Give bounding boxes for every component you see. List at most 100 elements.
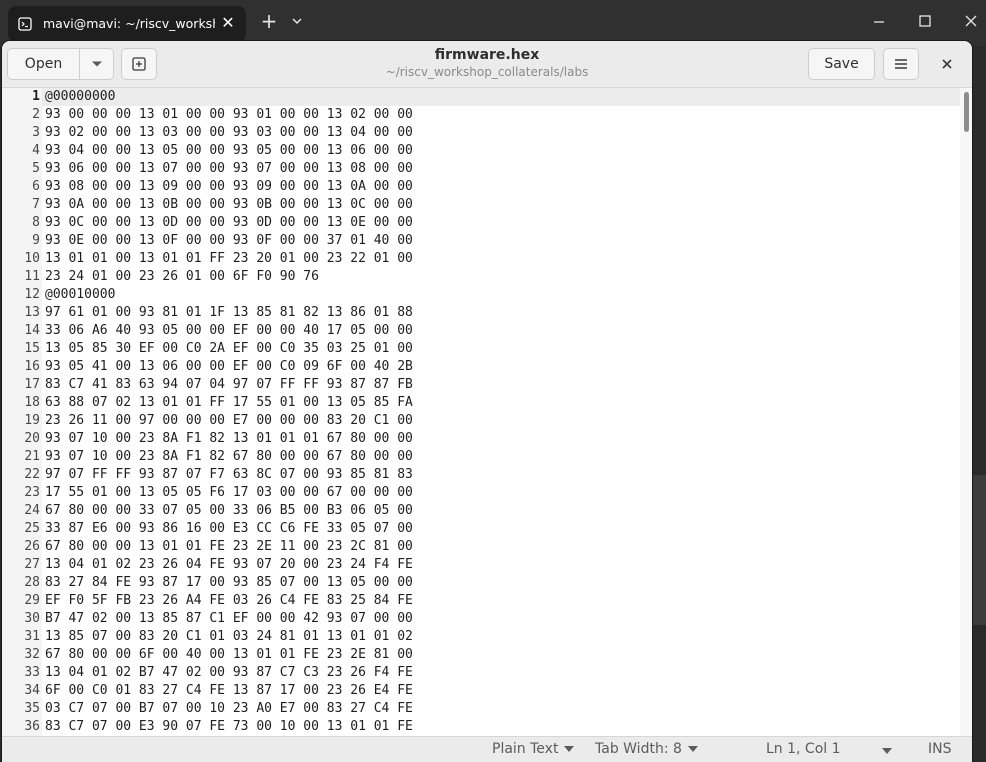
- text-line[interactable]: 17 83 C7 41 83 63 94 07 04 97 07 FF FF 93…: [2, 376, 960, 394]
- text-line[interactable]: 7 93 0A 00 00 13 0B 00 00 93 0B 00 00 13 …: [2, 196, 960, 214]
- text-line[interactable]: 16 93 05 41 00 13 06 00 00 EF 00 C0 09 6F…: [2, 358, 960, 376]
- language-dropdown-icon: [564, 746, 575, 752]
- tab-width-dropdown-icon: [687, 746, 698, 752]
- line-number: 1: [32, 89, 40, 104]
- text-line[interactable]: 2 93 00 00 00 13 01 00 00 93 01 00 00 13 …: [2, 106, 960, 124]
- text-line[interactable]: 19 23 26 11 00 97 00 00 00 E7 00 00 00 83…: [2, 412, 960, 430]
- text-line[interactable]: 15 13 05 85 30 EF 00 C0 2A EF 00 C0 35 03…: [2, 340, 960, 358]
- text-line[interactable]: 23 17 55 01 00 13 05 05 F6 17 03 00 00 67…: [2, 484, 960, 502]
- line-content: 93 00 00 00 13 01 00 00 93 01 00 00 13 0…: [45, 107, 413, 122]
- language-selector[interactable]: Plain Text: [492, 741, 575, 757]
- terminal-tab-close-icon[interactable]: ✕: [219, 14, 237, 32]
- text-line[interactable]: 30 B7 47 02 00 13 85 87 C1 EF 00 00 42 93…: [2, 610, 960, 628]
- editor-header-bar: Open firmware.hex ~/riscv_workshop_colla…: [2, 41, 972, 88]
- line-number: 14: [24, 323, 40, 338]
- text-line[interactable]: 1 @00000000: [2, 88, 960, 106]
- line-content: 6F 00 C0 01 83 27 C4 FE 13 87 17 00 23 2…: [45, 683, 413, 698]
- open-button[interactable]: Open: [7, 48, 80, 80]
- text-line[interactable]: 31 13 85 07 00 83 20 C1 01 03 24 81 01 13…: [2, 628, 960, 646]
- cursor-position-dropdown-icon[interactable]: [882, 748, 892, 754]
- text-line[interactable]: 21 93 07 10 00 23 8A F1 82 67 80 00 00 67…: [2, 448, 960, 466]
- save-button[interactable]: Save: [808, 48, 875, 80]
- line-content: 93 07 10 00 23 8A F1 82 67 80 00 00 67 8…: [45, 449, 413, 464]
- line-content: 93 08 00 00 13 09 00 00 93 09 00 00 13 0…: [45, 179, 413, 194]
- line-number: 28: [24, 575, 40, 590]
- text-line[interactable]: 33 13 04 01 02 B7 47 02 00 93 87 C7 C3 23…: [2, 664, 960, 682]
- line-content: 93 04 00 00 13 05 00 00 93 05 00 00 13 0…: [45, 143, 413, 158]
- document-path: ~/riscv_workshop_collaterals/labs: [385, 65, 589, 79]
- line-content: 13 85 07 00 83 20 C1 01 03 24 81 01 13 0…: [45, 629, 413, 644]
- terminal-tab-bar: mavi@mavi: ~/riscv_workshop ✕ +: [0, 0, 986, 46]
- text-editor-window: Open firmware.hex ~/riscv_workshop_colla…: [2, 41, 972, 762]
- tab-width-label: Tab Width: 8: [595, 741, 682, 757]
- line-content: 83 C7 41 83 63 94 07 04 97 07 FF FF 93 8…: [45, 377, 413, 392]
- line-content: 93 0A 00 00 13 0B 00 00 93 0B 00 00 13 0…: [45, 197, 413, 212]
- text-line[interactable]: 28 83 27 84 FE 93 87 17 00 93 85 07 00 13…: [2, 574, 960, 592]
- line-content: 93 02 00 00 13 03 00 00 93 03 00 00 13 0…: [45, 125, 413, 140]
- text-line[interactable]: 24 67 80 00 00 33 07 05 00 33 06 B5 00 B3…: [2, 502, 960, 520]
- new-terminal-tab-icon[interactable]: +: [259, 11, 279, 31]
- text-line[interactable]: 18 63 88 07 02 13 01 01 FF 17 55 01 00 13…: [2, 394, 960, 412]
- text-line[interactable]: 14 33 06 A6 40 93 05 00 00 EF 00 00 40 17…: [2, 322, 960, 340]
- line-number: 9: [32, 233, 40, 248]
- text-line[interactable]: 5 93 06 00 00 13 07 00 00 93 07 00 00 13 …: [2, 160, 960, 178]
- line-number: 21: [24, 449, 40, 464]
- text-line[interactable]: 13 97 61 01 00 93 81 01 1F 13 85 81 82 13…: [2, 304, 960, 322]
- text-view[interactable]: 1 @00000000 2 93 00 00 00 13 01 00 00 93 01…: [2, 88, 972, 736]
- vertical-scrollbar[interactable]: [960, 88, 972, 736]
- window-close-icon[interactable]: [961, 11, 981, 31]
- line-content: 03 C7 07 00 B7 07 00 10 23 A0 E7 00 83 2…: [45, 701, 413, 716]
- tab-width-selector[interactable]: Tab Width: 8: [595, 741, 698, 757]
- status-bar: Plain Text Tab Width: 8 Ln 1, Col 1 INS: [2, 736, 972, 762]
- text-line[interactable]: 34 6F 00 C0 01 83 27 C4 FE 13 87 17 00 23…: [2, 682, 960, 700]
- line-content: 23 26 11 00 97 00 00 00 E7 00 00 00 83 2…: [45, 413, 413, 428]
- text-line[interactable]: 35 03 C7 07 00 B7 07 00 10 23 A0 E7 00 83…: [2, 700, 960, 718]
- close-icon[interactable]: [938, 55, 956, 73]
- text-line[interactable]: 22 97 07 FF FF 93 87 07 F7 63 8C 07 00 93…: [2, 466, 960, 484]
- hamburger-menu-icon: [895, 59, 907, 69]
- text-line[interactable]: 12 @00010000: [2, 286, 960, 304]
- cursor-position[interactable]: Ln 1, Col 1: [766, 741, 841, 757]
- text-line[interactable]: 26 67 80 00 00 13 01 01 FE 23 2E 11 00 23…: [2, 538, 960, 556]
- line-number: 26: [24, 539, 40, 554]
- text-line[interactable]: 8 93 0C 00 00 13 0D 00 00 93 0D 00 00 13 …: [2, 214, 960, 232]
- text-line[interactable]: 6 93 08 00 00 13 09 00 00 93 09 00 00 13 …: [2, 178, 960, 196]
- text-line[interactable]: 36 83 C7 07 00 E3 90 07 FE 73 00 10 00 13…: [2, 718, 960, 736]
- maximize-icon[interactable]: [915, 11, 935, 31]
- scrollbar-thumb[interactable]: [964, 92, 969, 132]
- text-line[interactable]: 9 93 0E 00 00 13 0F 00 00 93 0F 00 00 37 …: [2, 232, 960, 250]
- text-line[interactable]: 20 93 07 10 00 23 8A F1 82 13 01 01 01 67…: [2, 430, 960, 448]
- text-line[interactable]: 11 23 24 01 00 23 26 01 00 6F F0 90 76: [2, 268, 960, 286]
- line-content: 93 0C 00 00 13 0D 00 00 93 0D 00 00 13 0…: [45, 215, 413, 230]
- open-recent-dropdown[interactable]: [79, 48, 114, 80]
- line-number: 10: [24, 251, 40, 266]
- text-line[interactable]: 10 13 01 01 00 13 01 01 FF 23 20 01 00 23…: [2, 250, 960, 268]
- text-line[interactable]: 29 EF F0 5F FB 23 26 A4 FE 03 26 C4 FE 83…: [2, 592, 960, 610]
- line-content: 13 05 85 30 EF 00 C0 2A EF 00 C0 35 03 2…: [45, 341, 413, 356]
- line-number: 17: [24, 377, 40, 392]
- terminal-background-panel: [972, 475, 986, 625]
- text-line[interactable]: 3 93 02 00 00 13 03 00 00 93 03 00 00 13 …: [2, 124, 960, 142]
- line-content: 67 80 00 00 33 07 05 00 33 06 B5 00 B3 0…: [45, 503, 413, 518]
- minimize-icon[interactable]: [869, 14, 889, 30]
- line-number: 22: [24, 467, 40, 482]
- line-number: 13: [24, 305, 40, 320]
- line-content: 93 06 00 00 13 07 00 00 93 07 00 00 13 0…: [45, 161, 413, 176]
- insert-mode-indicator[interactable]: INS: [928, 741, 952, 757]
- line-content: 17 55 01 00 13 05 05 F6 17 03 00 00 67 0…: [45, 485, 413, 500]
- text-line[interactable]: 32 67 80 00 00 6F 00 40 00 13 01 01 FE 23…: [2, 646, 960, 664]
- new-document-button[interactable]: [121, 48, 157, 80]
- terminal-tab[interactable]: mavi@mavi: ~/riscv_workshop ✕: [8, 6, 246, 42]
- line-content: 33 06 A6 40 93 05 00 00 EF 00 00 40 17 0…: [45, 323, 413, 338]
- tab-list-chevron-icon[interactable]: [288, 14, 306, 28]
- text-line[interactable]: 25 33 87 E6 00 93 86 16 00 E3 CC C6 FE 33…: [2, 520, 960, 538]
- text-line[interactable]: 27 13 04 01 02 23 26 04 FE 93 07 20 00 23…: [2, 556, 960, 574]
- line-content: 83 27 84 FE 93 87 17 00 93 85 07 00 13 0…: [45, 575, 413, 590]
- chevron-down-icon: [91, 61, 102, 67]
- line-content: @00000000: [45, 89, 116, 104]
- line-number: 18: [24, 395, 40, 410]
- line-content: 33 87 E6 00 93 86 16 00 E3 CC C6 FE 33 0…: [45, 521, 413, 536]
- line-number: 5: [32, 161, 40, 176]
- text-line[interactable]: 4 93 04 00 00 13 05 00 00 93 05 00 00 13 …: [2, 142, 960, 160]
- main-menu-button[interactable]: [883, 48, 919, 80]
